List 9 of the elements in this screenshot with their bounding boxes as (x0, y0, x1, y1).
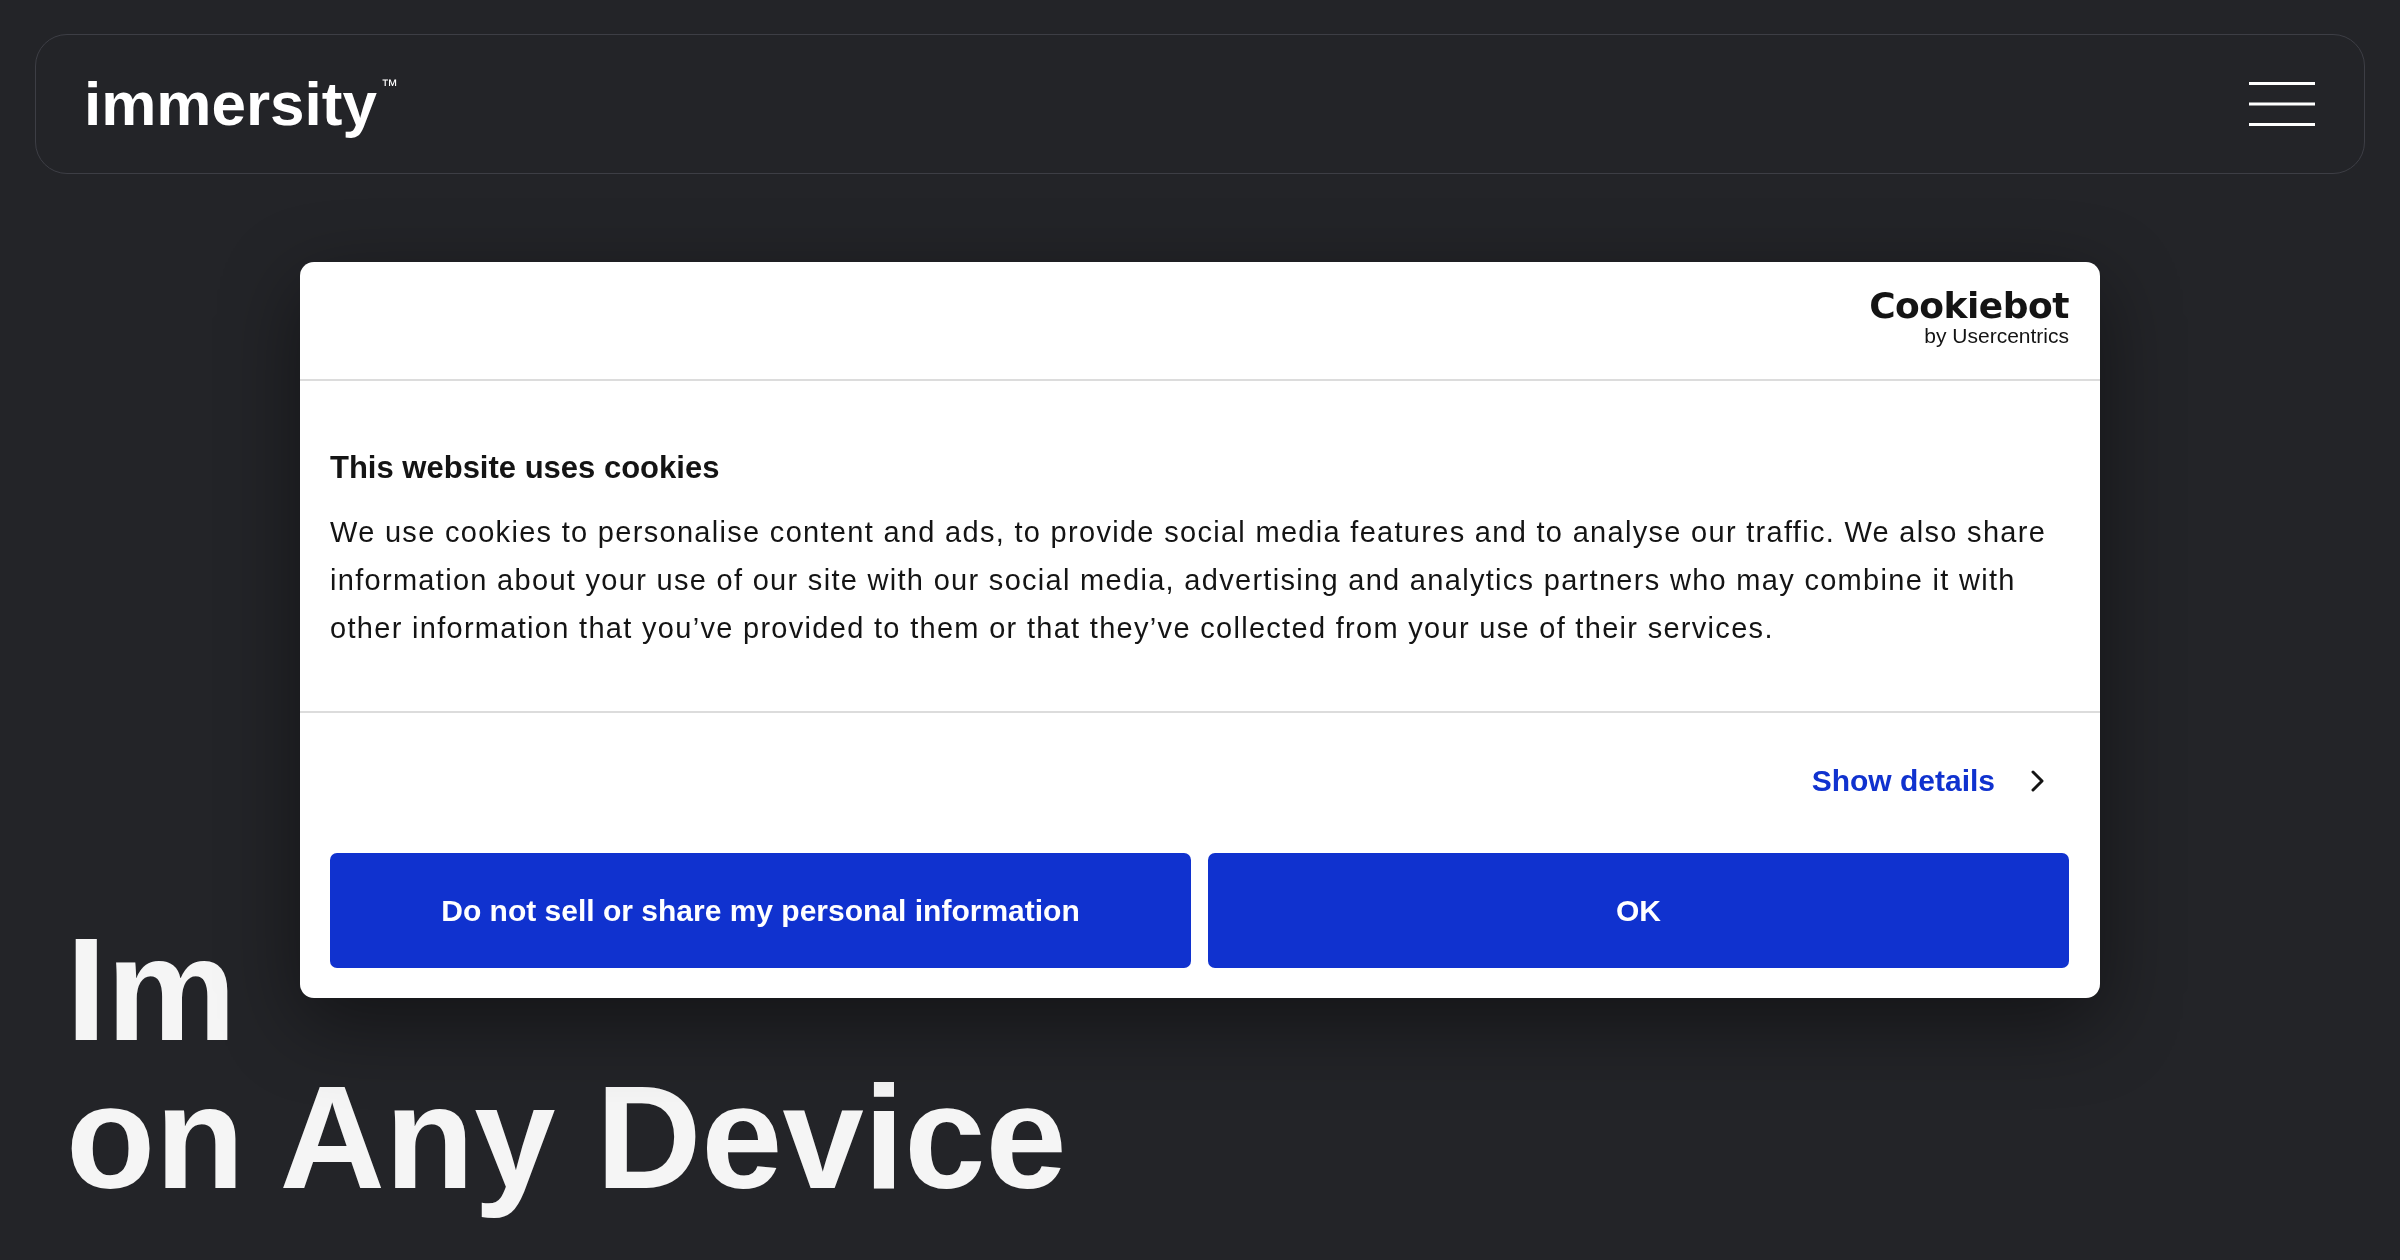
menu-icon[interactable] (2249, 82, 2315, 126)
show-details-link[interactable]: Show details (1811, 763, 2044, 799)
brand-logo: Cookiebot (1869, 288, 2069, 324)
chevron-icon (2031, 770, 2044, 792)
action-button[interactable]: Do not sell or share my personal information (330, 853, 1191, 968)
action-button[interactable]: OK (1208, 853, 2069, 968)
brand-byline: by Usercentrics (1924, 324, 2069, 349)
dialog-body-text: We use cookies to personalise content and ads, to provide social media features and to analyse our traffic. We also share information about your use of our site with our social media, advertising and analytics partners who may combine it with other information that you’ve provided to them or that they’ve collected from your use of their services. (330, 515, 2048, 646)
dialog-title: This website uses cookies (330, 450, 721, 486)
